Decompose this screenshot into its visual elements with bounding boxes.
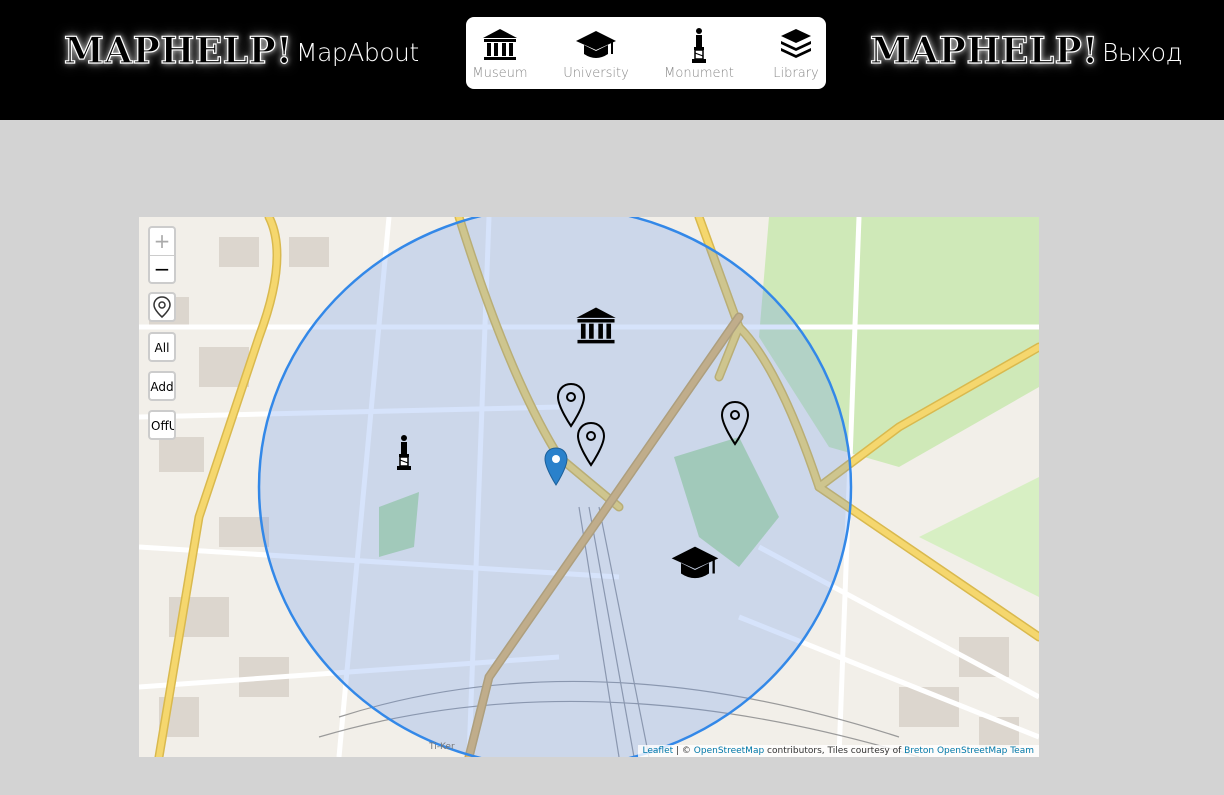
map-tiles[interactable]: Ti-Ker — [139, 217, 1039, 757]
monument-marker[interactable] — [394, 432, 414, 474]
monument-icon — [692, 28, 706, 63]
map-attribution: Leaflet | © OpenStreetMap contributors, … — [637, 745, 1039, 757]
category-label: University — [563, 66, 629, 81]
locate-button[interactable] — [148, 292, 176, 322]
university-marker[interactable] — [669, 542, 721, 584]
breton-link[interactable]: Breton OpenStreetMap Team — [904, 746, 1034, 756]
user-location-marker[interactable] — [544, 447, 568, 487]
category-university[interactable]: University — [562, 17, 630, 89]
off-users-button[interactable]: OffUs — [148, 410, 176, 440]
category-filter-panel: Museum University Monument Library — [466, 17, 826, 89]
category-label: Library — [773, 66, 819, 81]
zoom-in-button[interactable]: + — [150, 228, 174, 256]
add-button[interactable]: Add — [148, 371, 176, 401]
leaflet-link[interactable]: Leaflet — [643, 746, 674, 756]
category-museum[interactable]: Museum — [468, 17, 532, 89]
top-navigation-bar: MAPHELP! MapAbout Museum University Monu… — [0, 0, 1224, 120]
category-label: Monument — [664, 66, 734, 81]
category-monument[interactable]: Monument — [664, 17, 734, 89]
pin-marker-icon[interactable] — [720, 400, 750, 448]
books-icon — [781, 29, 811, 58]
zoom-out-button[interactable]: − — [150, 256, 174, 283]
graduation-cap-icon — [576, 31, 616, 58]
logout-link[interactable]: Выход — [1102, 38, 1183, 67]
logo-left[interactable]: MAPHELP! — [63, 29, 292, 72]
map-view[interactable]: Ti-Ker + − All Add OffUs — [139, 217, 1039, 757]
search-radius-circle — [257, 217, 853, 757]
osm-link[interactable]: OpenStreetMap — [694, 746, 764, 756]
category-library[interactable]: Library — [768, 17, 824, 89]
place-label: Ti-Ker — [428, 742, 455, 752]
zoom-control: + − — [148, 226, 176, 284]
attribution-separator: | © — [673, 746, 694, 756]
museum-icon — [483, 29, 517, 60]
museum-marker[interactable] — [574, 305, 618, 347]
pin-marker-icon[interactable] — [576, 421, 606, 469]
attribution-text: contributors, Tiles courtesy of — [764, 746, 905, 756]
logo-right[interactable]: MAPHELP! — [869, 29, 1098, 72]
about-link[interactable]: MapAbout — [296, 38, 419, 67]
show-all-button[interactable]: All — [148, 332, 176, 362]
category-label: Museum — [472, 66, 528, 81]
map-pin-icon — [153, 296, 171, 318]
